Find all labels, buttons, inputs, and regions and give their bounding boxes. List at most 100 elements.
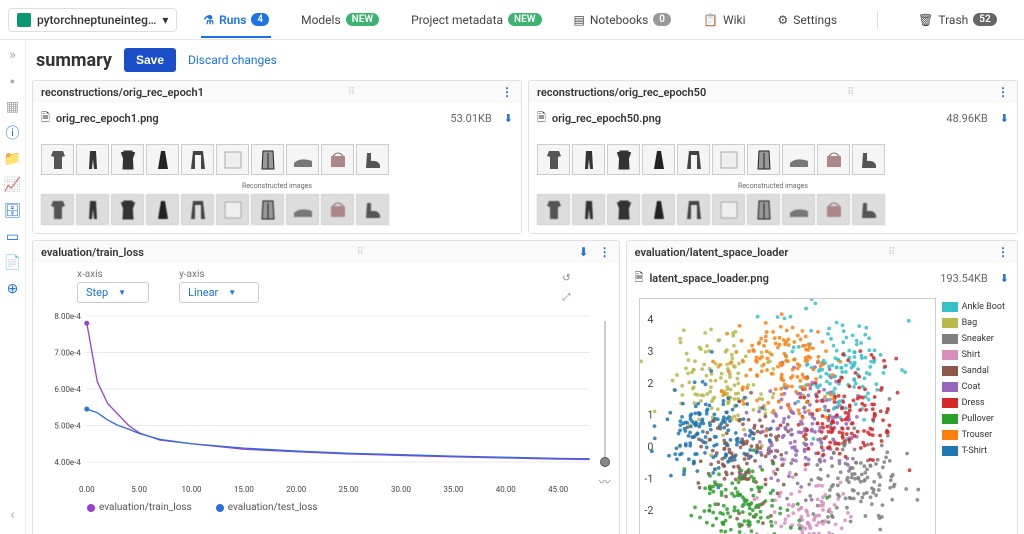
legend-item: Ankle Boot bbox=[942, 302, 1005, 312]
legend-item: Bag bbox=[942, 318, 1005, 328]
thumbnail: T6: Shirt bbox=[251, 144, 284, 175]
document-icon[interactable]: 📄 bbox=[4, 254, 22, 272]
svg-text:15.00: 15.00 bbox=[234, 485, 255, 494]
file-size: 53.01KB bbox=[450, 112, 491, 125]
file-name: latent_space_loader.png bbox=[649, 272, 934, 285]
card-menu-icon[interactable]: ⋮ bbox=[997, 245, 1009, 259]
collapse-icon[interactable]: ‹ bbox=[4, 506, 22, 524]
svg-text:10.00: 10.00 bbox=[182, 485, 203, 494]
add-icon[interactable]: ⊕ bbox=[4, 280, 22, 298]
discard-link[interactable]: Discard changes bbox=[188, 53, 277, 67]
svg-text:1: 1 bbox=[647, 409, 653, 422]
metadata-new-badge: NEW bbox=[508, 13, 542, 26]
svg-text:25.00: 25.00 bbox=[339, 485, 360, 494]
gear-icon: ⚙ bbox=[778, 13, 789, 27]
x-axis-select[interactable]: Step bbox=[77, 282, 149, 303]
info-icon[interactable]: ⓘ bbox=[4, 124, 22, 142]
thumbnail: T4: Coat bbox=[677, 144, 710, 175]
svg-text:6.00e-4: 6.00e-4 bbox=[54, 385, 81, 394]
legend-item: T-Shirt bbox=[942, 446, 1005, 456]
svg-text:2: 2 bbox=[647, 377, 653, 390]
card-recon-epoch1: reconstructions/orig_rec_epoch1 ⠿ ⋮ 🗎 or… bbox=[32, 80, 522, 234]
wave-icon[interactable]: 〰 bbox=[599, 473, 611, 490]
expand-icon[interactable]: ⤢ bbox=[562, 292, 570, 303]
thumbnail bbox=[607, 194, 640, 225]
thumbnail: T9: Ankle Boot bbox=[356, 144, 389, 175]
svg-text:5.00: 5.00 bbox=[131, 485, 147, 494]
models-new-badge: NEW bbox=[346, 13, 380, 26]
thumbnail: T1: Trouser bbox=[76, 144, 109, 175]
chart-line-icon[interactable]: 📈 bbox=[4, 176, 22, 194]
nav-runs[interactable]: ⚗ Runs 4 bbox=[201, 3, 271, 37]
project-name: pytorchneptuneinteg… bbox=[37, 13, 156, 27]
card-menu-icon[interactable]: ⋮ bbox=[599, 245, 611, 259]
thumbnail: T2: Pullover bbox=[111, 144, 144, 175]
dot-icon[interactable]: ● bbox=[4, 72, 22, 90]
drag-handle-icon[interactable]: ⠿ bbox=[847, 87, 856, 98]
thumbnail: T2: Pullover bbox=[607, 144, 640, 175]
nav-wiki[interactable]: 📋 Wiki bbox=[701, 3, 748, 37]
card-title: reconstructions/orig_rec_epoch1 bbox=[41, 86, 204, 99]
project-selector[interactable]: pytorchneptuneinteg… ▾ bbox=[8, 8, 177, 32]
nav-settings[interactable]: ⚙ Settings bbox=[776, 3, 840, 37]
chart-legend: evaluation/train_loss evaluation/test_lo… bbox=[37, 500, 615, 515]
thumbnail: T8: Bag bbox=[321, 144, 354, 175]
card-menu-icon[interactable]: ⋮ bbox=[501, 85, 513, 99]
thumbnail bbox=[251, 194, 284, 225]
legend-item: Sneaker bbox=[942, 334, 1005, 344]
smoothing-slider[interactable] bbox=[604, 321, 606, 467]
nav-metadata[interactable]: Project metadata NEW bbox=[409, 3, 543, 37]
expand-sidebar-icon[interactable]: » bbox=[4, 46, 22, 64]
file-icon: 🗎 bbox=[537, 109, 546, 128]
folder-icon[interactable]: 📁 bbox=[4, 150, 22, 168]
drag-handle-icon[interactable]: ⠿ bbox=[357, 247, 366, 258]
file-size: 193.54KB bbox=[940, 272, 988, 285]
project-color-icon bbox=[17, 13, 31, 27]
thumbnail bbox=[782, 194, 815, 225]
stack-icon[interactable]: ▦ bbox=[4, 98, 22, 116]
thumbnail bbox=[747, 194, 780, 225]
file-name: orig_rec_epoch50.png bbox=[552, 112, 941, 125]
thumbnail bbox=[537, 194, 570, 225]
legend-item: Dress bbox=[942, 398, 1005, 408]
recon50-image: T0: T-ShirtT1: TrouserT2: PulloverT3: Dr… bbox=[537, 134, 1009, 225]
nav-notebooks[interactable]: ▤ Notebooks 0 bbox=[572, 3, 673, 37]
reset-icon[interactable]: ↺ bbox=[562, 273, 570, 284]
thumbnail bbox=[817, 194, 850, 225]
trash-count-badge: 52 bbox=[973, 13, 996, 26]
svg-text:30.00: 30.00 bbox=[391, 485, 412, 494]
save-button[interactable]: Save bbox=[124, 48, 176, 72]
legend-item: Shirt bbox=[942, 350, 1005, 360]
database-icon[interactable]: 🗄 bbox=[4, 202, 22, 220]
topbar: pytorchneptuneinteg… ▾ ⚗ Runs 4 Models N… bbox=[0, 0, 1024, 40]
download-icon[interactable]: ⬇ bbox=[579, 245, 589, 259]
thumbnail bbox=[76, 194, 109, 225]
svg-text:-1: -1 bbox=[644, 472, 653, 485]
svg-text:0.00: 0.00 bbox=[79, 485, 95, 494]
drag-handle-icon[interactable]: ⠿ bbox=[348, 87, 357, 98]
thumbnail bbox=[677, 194, 710, 225]
download-icon[interactable]: ⬇ bbox=[504, 112, 513, 125]
thumbnail bbox=[146, 194, 179, 225]
file-size: 48.96KB bbox=[946, 112, 987, 125]
runs-count-badge: 4 bbox=[251, 13, 269, 26]
card-title: evaluation/latent_space_loader bbox=[635, 246, 789, 259]
svg-text:45.00: 45.00 bbox=[548, 485, 569, 494]
nav-models[interactable]: Models NEW bbox=[299, 3, 381, 37]
thumbnail: T0: T-Shirt bbox=[41, 144, 74, 175]
card-menu-icon[interactable]: ⋮ bbox=[997, 85, 1009, 99]
file-icon: 🗎 bbox=[635, 269, 644, 288]
thumbnail: T4: Coat bbox=[181, 144, 214, 175]
nav-trash[interactable]: 🗑 Trash 52 bbox=[916, 3, 999, 37]
thumbnail bbox=[356, 194, 389, 225]
download-icon[interactable]: ⬇ bbox=[1000, 272, 1009, 285]
terminal-icon[interactable]: ▭ bbox=[4, 228, 22, 246]
drag-handle-icon[interactable]: ⠿ bbox=[888, 247, 897, 258]
recon1-image: T0: T-ShirtT1: TrouserT2: PulloverT3: Dr… bbox=[41, 134, 513, 225]
svg-text:40.00: 40.00 bbox=[496, 485, 517, 494]
thumbnail bbox=[642, 194, 675, 225]
download-icon[interactable]: ⬇ bbox=[1000, 112, 1009, 125]
separator bbox=[877, 11, 878, 29]
y-axis-select[interactable]: Linear bbox=[179, 282, 259, 303]
flask-icon: ⚗ bbox=[203, 13, 214, 27]
